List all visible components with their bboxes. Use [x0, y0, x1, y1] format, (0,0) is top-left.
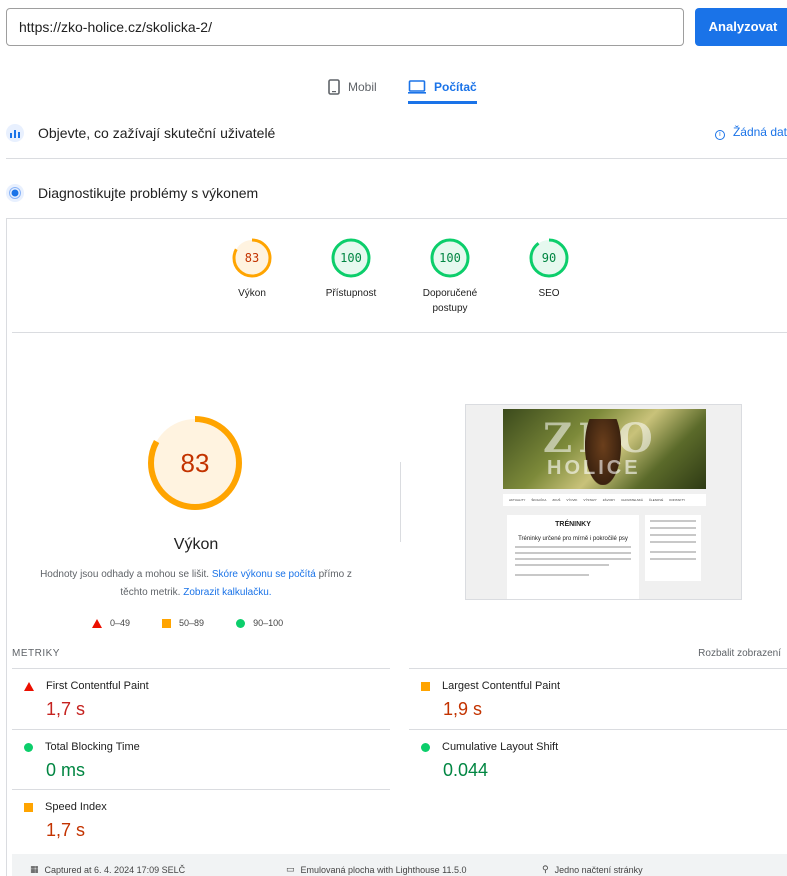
phone-icon: [328, 79, 340, 95]
note-text: Hodnoty jsou odhady a mohou se lišit.: [40, 569, 210, 580]
tab-mobile-label: Mobil: [348, 80, 377, 94]
lab-data-section: Diagnostikujte problémy s výkonem: [6, 178, 787, 208]
pass-circle-icon: [236, 618, 246, 628]
gauge-seo[interactable]: 90 SEO: [509, 236, 589, 301]
site-heading: TRÉNINKY: [555, 521, 591, 528]
device-icon: ▭: [286, 864, 295, 874]
metric-lcp: Largest Contentful Paint 1,9 s: [409, 668, 787, 728]
pass-circle-icon: [24, 742, 33, 752]
analyze-button[interactable]: Analyzovat: [695, 8, 787, 46]
svg-text:90: 90: [542, 251, 556, 265]
gauge-label: SEO: [538, 288, 560, 299]
svg-text:100: 100: [340, 251, 362, 265]
legend-fail: 0–49: [110, 618, 131, 628]
lab-data-title: Diagnostikujte problémy s výkonem: [38, 185, 259, 201]
hero-image: ZKO HOLICE: [503, 409, 706, 489]
url-input[interactable]: https://zko-holice.cz/skolicka-2/: [6, 8, 684, 46]
divider: [400, 462, 401, 542]
legend-average: 50–89: [179, 618, 205, 628]
tab-desktop[interactable]: Počítač: [408, 70, 477, 104]
gauge-label: Výkon: [238, 288, 266, 299]
site-content: TRÉNINKY Tréninky určené pro mírně i pok…: [507, 515, 639, 599]
site-nav-item: AKTUALITY: [509, 498, 526, 502]
metric-value: 1,7 s: [46, 820, 86, 840]
metric-name: Total Blocking Time: [45, 741, 140, 753]
metric-value: 0.044: [443, 760, 489, 780]
svg-text:100: 100: [439, 251, 461, 265]
users-chart-icon: [6, 124, 24, 142]
performance-title: Výkon: [173, 536, 219, 553]
metric-value: 1,9 s: [443, 699, 483, 719]
performance-note: Hodnoty jsou odhady a mohou se lišit. Sk…: [36, 566, 356, 602]
metric-name: First Contentful Paint: [46, 680, 149, 692]
gauge-performance[interactable]: 83 Výkon: [212, 236, 292, 301]
no-data-label: Žádná dat: [732, 125, 787, 139]
site-nav-item: VÝSTAVY: [583, 498, 597, 502]
gauge-label: Přístupnost: [325, 288, 377, 299]
tab-mobile[interactable]: Mobil: [328, 70, 377, 104]
site-nav-item: ZKUŠ: [552, 498, 561, 502]
score-legend: 0–49 50–89 90–100: [92, 616, 315, 630]
metric-value: 0 ms: [46, 760, 86, 780]
average-square-icon: [24, 802, 33, 812]
gauge-ring: 100: [331, 238, 371, 278]
expand-view-button[interactable]: Rozbalit zobrazení: [698, 648, 781, 659]
metric-name: Cumulative Layout Shift: [442, 741, 559, 753]
site-nav-item: VÝCVIK: [566, 498, 578, 502]
gauge-label: Doporučené postupy: [422, 288, 478, 314]
report-footer: ▦ Captured at 6. 4. 2024 17:09 SELČ ▭ Emul…: [12, 854, 787, 876]
svg-text:83: 83: [245, 251, 259, 265]
metric-name: Speed Index: [45, 801, 107, 813]
site-nav: AKTUALITY ŠKOLIČKA ZKUŠ VÝCVIK VÝSTAVY ZÁVODY…: [503, 494, 706, 506]
gauge-best-practices[interactable]: 100 Doporučené postupy: [410, 236, 490, 316]
calendar-icon: ▦: [30, 864, 39, 874]
site-logo-sub: HOLICE: [547, 457, 641, 479]
field-data-title: Objevte, co zažívají skuteční uživatelé: [38, 125, 276, 141]
site-nav-item: ČLENOVÉ: [648, 498, 664, 502]
monitor-icon: [408, 80, 426, 94]
site-sidebar: [645, 515, 701, 581]
field-data-section: Objevte, co zažívají skuteční uživatelé …: [6, 118, 787, 148]
legend-pass: 90–100: [253, 618, 284, 628]
site-subheading: Tréninky určené pro mírně i pokročilé ps…: [518, 536, 628, 542]
site-nav-item: KONTAKTY: [669, 498, 686, 502]
gauge-accessibility[interactable]: 100 Přístupnost: [311, 236, 391, 301]
performance-gauge: 83: [148, 416, 242, 510]
page-screenshot[interactable]: ZKO HOLICE AKTUALITY ŠKOLIČKA ZKUŠ VÝCVIK VÝ…: [465, 404, 742, 600]
diagnostics-icon: [6, 184, 24, 202]
site-nav-item: ZÁVODY: [602, 498, 616, 502]
svg-text:83: 83: [181, 448, 210, 478]
metric-value: 1,7 s: [46, 699, 86, 719]
gauge-ring: 83: [232, 238, 272, 278]
info-icon: i: [714, 130, 725, 140]
single-load-icon: ⚲: [542, 864, 549, 874]
site-nav-item: ŠKOLIČKA: [531, 498, 547, 502]
fail-triangle-icon: [24, 681, 34, 691]
score-calc-link[interactable]: Skóre výkonu se počítá: [212, 569, 316, 580]
average-square-icon: [421, 681, 430, 691]
metric-speed-index: Speed Index 1,7 s: [12, 789, 390, 849]
gauge-ring: 90: [529, 238, 569, 278]
metric-name: Largest Contentful Paint: [442, 680, 561, 692]
pass-circle-icon: [421, 742, 430, 752]
divider: [12, 332, 787, 333]
metrics-header: METRIKY: [12, 648, 60, 659]
metric-fcp: First Contentful Paint 1,7 s: [12, 668, 390, 728]
no-data-link[interactable]: i Žádná dat: [714, 125, 787, 140]
divider: [6, 158, 787, 159]
emulated-device: Emulovaná plocha with Lighthouse 11.5.0: [300, 864, 467, 875]
metric-tbt: Total Blocking Time 0 ms: [12, 729, 390, 789]
device-tabs: Mobil Počítač: [0, 70, 787, 104]
captured-at: Captured at 6. 4. 2024 17:09 SELČ: [44, 864, 186, 875]
single-page-load: Jedno načtení stránky: [554, 864, 643, 875]
gauge-ring: 100: [430, 238, 470, 278]
tab-desktop-label: Počítač: [434, 80, 477, 94]
fail-triangle-icon: [92, 618, 102, 628]
average-square-icon: [162, 618, 172, 628]
calculator-link[interactable]: Zobrazit kalkulačku.: [183, 587, 271, 598]
site-nav-item: CHOVATELSKÁ: [621, 498, 643, 502]
metric-cls: Cumulative Layout Shift 0.044: [409, 729, 787, 789]
